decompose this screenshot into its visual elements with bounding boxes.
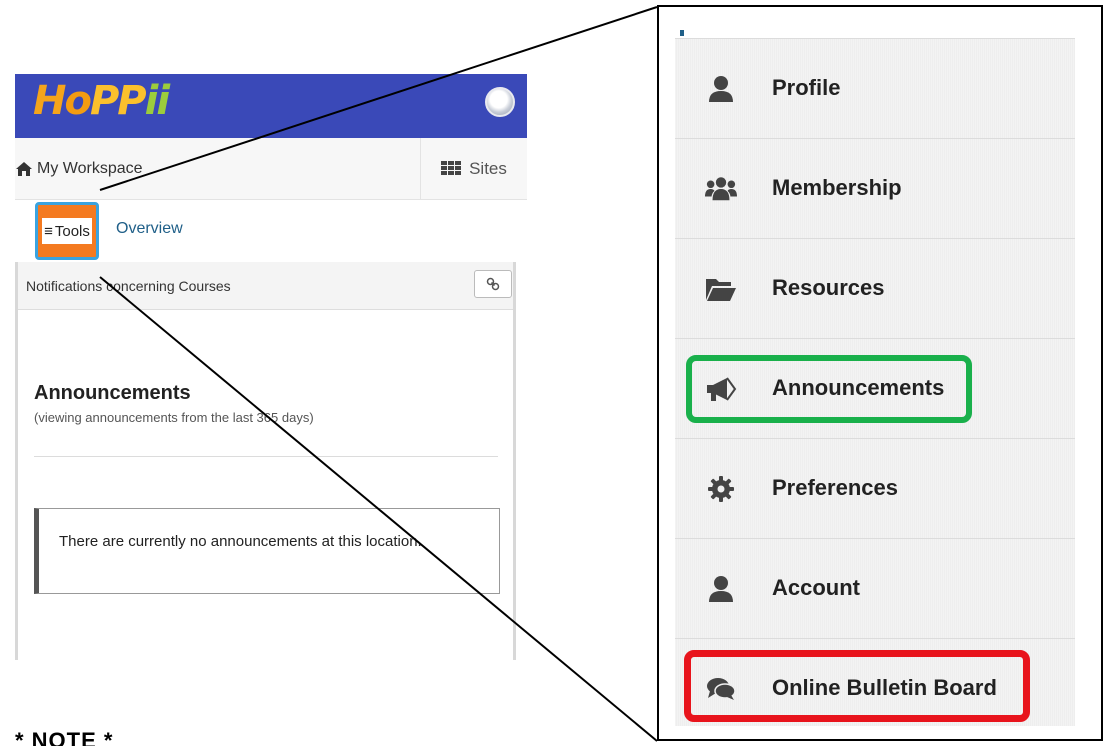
menu-edge-marker	[680, 30, 684, 36]
menu-item-label: Resources	[772, 275, 885, 300]
card-header-title: Notifications concerning Courses	[26, 278, 231, 294]
menu-item-label: Profile	[772, 75, 841, 100]
empty-notice: There are currently no announcements at …	[34, 508, 500, 594]
sites-label: Sites	[469, 159, 507, 178]
tools-button-inner[interactable]: ≡ Tools	[42, 218, 92, 244]
announcements-subtitle: (viewing announcements from the last 365…	[34, 410, 314, 425]
menu-item-label: Preferences	[772, 475, 898, 500]
workspace-bar: My Workspace Sites	[15, 138, 527, 200]
empty-notice-text: There are currently no announcements at …	[59, 533, 422, 550]
hoppii-logo[interactable]: Ho PP ii	[33, 78, 170, 124]
tools-label: Tools	[54, 222, 90, 240]
divider	[34, 456, 498, 457]
bulletin-board-highlight	[684, 650, 1030, 722]
avatar[interactable]	[485, 87, 515, 117]
card-header: Notifications concerning Courses	[18, 262, 513, 310]
home-icon	[16, 162, 32, 176]
menu-item-resources[interactable]: Resources	[675, 238, 1075, 338]
announcements-highlight	[686, 355, 972, 423]
announcements-heading: Announcements	[34, 382, 191, 404]
menu-item-label: Account	[772, 575, 860, 600]
tools-button[interactable]: ≡ Tools	[35, 202, 99, 260]
note-label: * NOTE *	[15, 728, 114, 746]
link-button[interactable]	[474, 270, 512, 298]
tools-bar: ≡ Tools Overview	[15, 200, 527, 262]
users-icon	[705, 173, 737, 205]
announcements-card: Notifications concerning Courses Announc…	[15, 262, 516, 660]
user-icon	[705, 73, 737, 105]
gear-icon	[705, 473, 737, 505]
menu-item-label: Membership	[772, 175, 902, 200]
app-header: Ho PP ii	[15, 74, 527, 138]
phone-screenshot: Ho PP ii My Workspace Sites ≡ Tools Overvi…	[15, 74, 527, 660]
menu-item-account[interactable]: Account	[675, 538, 1075, 638]
sites-button[interactable]: Sites	[420, 138, 527, 200]
link-icon	[486, 277, 500, 291]
overview-link[interactable]: Overview	[116, 220, 183, 238]
folder-open-icon	[705, 273, 737, 305]
hamburger-icon: ≡	[44, 222, 53, 240]
menu-item-preferences[interactable]: Preferences	[675, 438, 1075, 538]
my-workspace-label: My Workspace	[37, 160, 143, 177]
grid-icon	[441, 161, 462, 177]
menu-item-profile[interactable]: Profile	[675, 38, 1075, 138]
user-icon	[705, 573, 737, 605]
menu-item-membership[interactable]: Membership	[675, 138, 1075, 238]
my-workspace-link[interactable]: My Workspace	[15, 160, 143, 178]
